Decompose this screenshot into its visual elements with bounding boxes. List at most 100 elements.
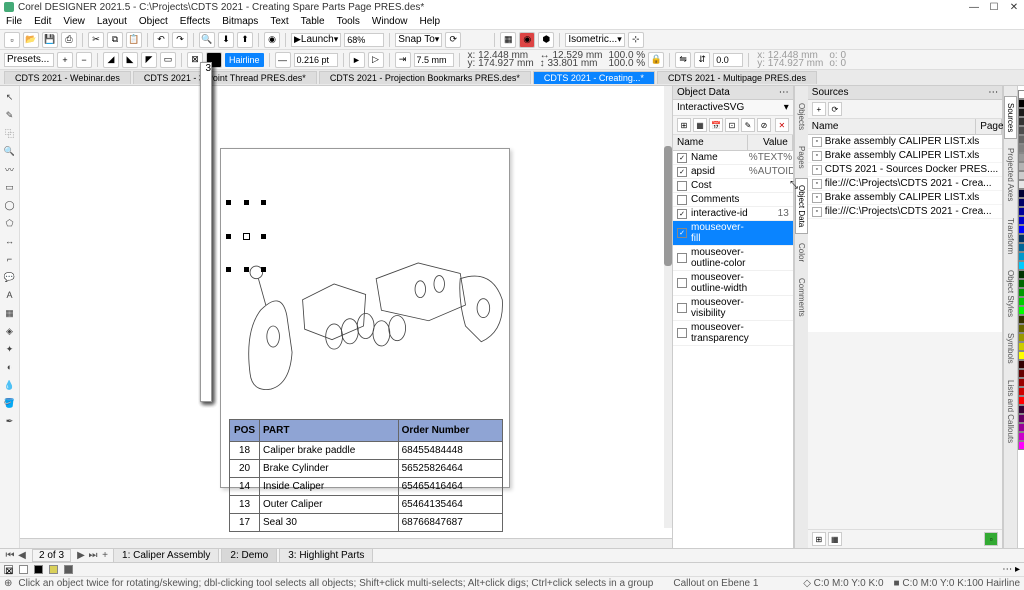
palette-swatch[interactable] — [1018, 243, 1024, 252]
object-data-row[interactable]: mouseover-fill — [673, 221, 793, 246]
menu-text[interactable]: Text — [270, 16, 288, 27]
launch-combo[interactable]: ▶ Launch ▾ — [291, 33, 341, 47]
eyedropper-tool-icon[interactable]: 💧 — [3, 378, 17, 392]
source-row[interactable]: ▫file:///C:\Projects\CDTS 2021 - Crea...… — [808, 205, 1002, 219]
doctab-thread[interactable]: CDTS 2021 - 3-Point Thread PRES.des* — [133, 71, 317, 84]
palette-swatch[interactable] — [1018, 396, 1024, 405]
palette-swatch[interactable] — [1018, 261, 1024, 270]
arrow-end-icon[interactable]: ▷ — [368, 52, 384, 68]
checkbox-icon[interactable] — [677, 209, 687, 219]
color-swatch[interactable] — [34, 565, 43, 574]
src-foot-3[interactable]: ▫ — [984, 532, 998, 546]
grid-button[interactable]: ▦ — [500, 32, 516, 48]
rectangle-tool-icon[interactable]: ▭ — [3, 180, 17, 194]
publish-button[interactable]: ◉ — [264, 32, 280, 48]
callout-tool-icon[interactable]: 💬 — [3, 270, 17, 284]
src-refresh-button[interactable]: ⟳ — [828, 102, 842, 116]
checkbox-icon[interactable] — [677, 278, 687, 288]
redo-button[interactable]: ↷ — [172, 32, 188, 48]
page-prev-icon[interactable]: ◀ — [16, 550, 28, 561]
menu-layout[interactable]: Layout — [97, 16, 127, 27]
menu-object[interactable]: Object — [139, 16, 168, 27]
no-color-swatch[interactable]: ⊠ — [4, 565, 13, 574]
palette-swatch[interactable] — [1018, 423, 1024, 432]
palette-swatch[interactable] — [1018, 324, 1024, 333]
palette-swatch[interactable] — [1018, 198, 1024, 207]
remove-preset-button[interactable]: − — [76, 52, 92, 68]
object-data-row[interactable]: apsid%AUTOID% — [673, 165, 793, 179]
dimension-tool-icon[interactable]: ↔ — [3, 234, 17, 248]
doctab-webinar[interactable]: CDTS 2021 - Webinar.des — [4, 71, 131, 84]
menu-table[interactable]: Table — [301, 16, 325, 27]
docker-tab-symbols[interactable]: Symbols — [1004, 326, 1017, 371]
palette-swatch[interactable] — [1018, 441, 1024, 450]
shape-tool-icon[interactable]: ✎ — [3, 108, 17, 122]
source-row[interactable]: ▫Brake assembly CALIPER LIST.xls3 — [808, 191, 1002, 205]
checkbox-icon[interactable] — [677, 328, 687, 338]
mirror-v-icon[interactable]: ⇵ — [694, 52, 710, 68]
menu-effects[interactable]: Effects — [180, 16, 210, 27]
docker-tab-lists[interactable]: Lists and Callouts — [1004, 373, 1017, 450]
presets-combo[interactable]: Presets... — [4, 53, 54, 67]
new-doc-button[interactable]: ▫ — [4, 32, 20, 48]
lock-ratio-icon[interactable]: 🔒 — [648, 52, 664, 68]
copy-button[interactable]: ⧉ — [107, 32, 123, 48]
outline-tool-icon[interactable]: ✒ — [3, 414, 17, 428]
palette-swatch[interactable] — [1018, 135, 1024, 144]
src-foot-2[interactable]: ▦ — [828, 532, 842, 546]
page-first-icon[interactable]: ⏮ — [4, 550, 16, 561]
outline-pt-input[interactable] — [294, 53, 338, 67]
import-button[interactable]: ⬇ — [218, 32, 234, 48]
polygon-tool-icon[interactable]: ⬠ — [3, 216, 17, 230]
object-data-row[interactable]: mouseover-outline-color — [673, 246, 793, 271]
fill-tool-icon[interactable]: 🪣 — [3, 396, 17, 410]
menu-help[interactable]: Help — [420, 16, 441, 27]
hairline-label[interactable]: Hairline — [225, 53, 264, 67]
source-row[interactable]: ▫Brake assembly CALIPER LIST.xls1 — [808, 135, 1002, 149]
cut-button[interactable]: ✂ — [88, 32, 104, 48]
rotate-input[interactable] — [713, 53, 743, 67]
docker-tab-styles[interactable]: Object Styles — [1004, 263, 1017, 324]
palette-swatch[interactable] — [1018, 99, 1024, 108]
mirror-h-icon[interactable]: ⇋ — [675, 52, 691, 68]
zoom-tool-icon[interactable]: 🔍 — [3, 144, 17, 158]
effects-tool-icon[interactable]: ✦ — [3, 342, 17, 356]
page-add-icon[interactable]: + — [99, 550, 111, 561]
checkbox-icon[interactable] — [677, 303, 687, 313]
menu-view[interactable]: View — [63, 16, 85, 27]
canvas[interactable]: POS PART Order Number 18Caliper brake pa… — [20, 86, 672, 538]
palette-swatch[interactable] — [1018, 225, 1024, 234]
palette-swatch[interactable] — [1018, 333, 1024, 342]
doctab-creating[interactable]: CDTS 2021 - Creating...* — [533, 71, 655, 84]
palette-swatch[interactable] — [1018, 171, 1024, 180]
docker-tab-sources[interactable]: Sources — [1004, 96, 1017, 139]
doctab-multipage[interactable]: CDTS 2021 - Multipage PRES.des — [657, 71, 817, 84]
paste-button[interactable]: 📋 — [126, 32, 142, 48]
menu-tools[interactable]: Tools — [337, 16, 360, 27]
open-button[interactable]: 📂 — [23, 32, 39, 48]
checkbox-icon[interactable] — [677, 195, 687, 205]
save-button[interactable]: 💾 — [42, 32, 58, 48]
freehand-tool-icon[interactable]: 〰 — [3, 162, 17, 176]
palette-swatch[interactable] — [1018, 315, 1024, 324]
maximize-button[interactable]: ☐ — [988, 2, 1000, 13]
palette-swatch[interactable] — [1018, 279, 1024, 288]
callout-type-4[interactable]: ▭ — [160, 52, 176, 68]
od-close-button[interactable]: ✕ — [775, 118, 789, 132]
arrow-start-icon[interactable]: ► — [349, 52, 365, 68]
src-add-button[interactable]: + — [812, 102, 826, 116]
object-data-row[interactable]: interactive-id13 — [673, 207, 793, 221]
undo-button[interactable]: ↶ — [153, 32, 169, 48]
palette-swatch[interactable] — [1018, 153, 1024, 162]
pagetab-3[interactable]: 3: Highlight Parts — [279, 548, 373, 563]
palette-menu-icon[interactable]: ⋯ ▸ — [1002, 564, 1020, 575]
outline-indicator[interactable]: ■ C:0 M:0 Y:0 K:100 Hairline — [894, 578, 1020, 589]
object-data-row[interactable]: Cost — [673, 179, 793, 193]
menu-window[interactable]: Window — [372, 16, 408, 27]
palette-swatch[interactable] — [1018, 369, 1024, 378]
panel-menu-icon[interactable]: ⋯ — [988, 87, 998, 98]
palette-swatch[interactable] — [1018, 378, 1024, 387]
color-button[interactable]: ◉ — [519, 32, 535, 48]
color-swatch[interactable] — [64, 565, 73, 574]
palette-swatch[interactable] — [1018, 108, 1024, 117]
